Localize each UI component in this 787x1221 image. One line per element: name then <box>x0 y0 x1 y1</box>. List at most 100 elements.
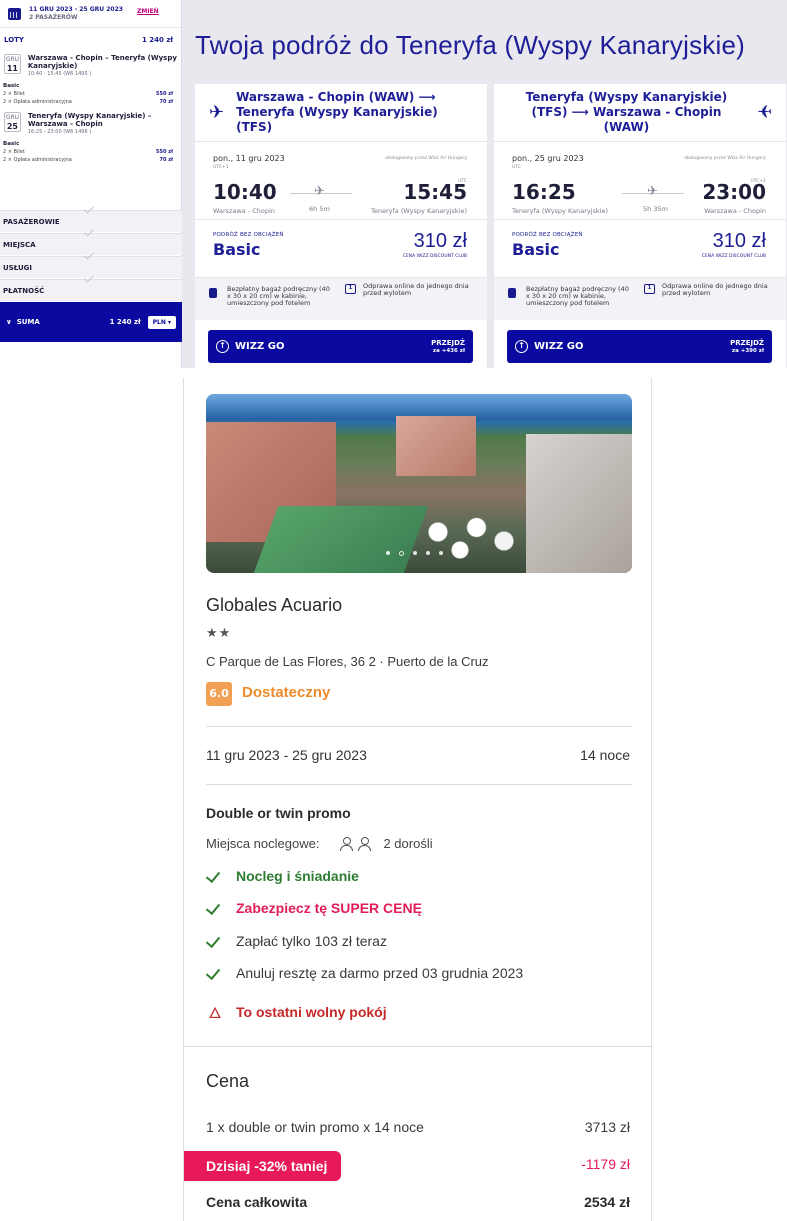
wizz-go-button[interactable]: ↑ WIZZ GO PRZEJDŹ za +390 zł <box>507 330 772 363</box>
fare-block[interactable]: PODRÓŻ BEZ OBCIĄŻEŃ Basic 310 zł CENA WI… <box>195 220 487 278</box>
operator: obsługiwany przez Wizz Air Hungary <box>385 156 467 161</box>
flight-card-return: Teneryfa (Wyspy Kanaryjskie) (TFS) ⟶ War… <box>494 84 786 368</box>
currency-select[interactable]: PLN ▾ <box>147 315 176 329</box>
total-label: Cena całkowita <box>206 1194 308 1210</box>
wizz-go-button[interactable]: ↑ WIZZ GO PRZEJDŹ za +436 zł <box>208 330 473 363</box>
flight-time: 10:40 - 15:45 (W6 1495 ) <box>27 71 92 77</box>
hotel-card: Globales Acuario ★★ C Parque de Las Flor… <box>183 378 653 1221</box>
summary-passengers: 2 PASAŻERÓW <box>29 13 78 21</box>
flight-card-outbound: ✈ Warszawa - Chopin (WAW) ⟶ Teneryfa (Wy… <box>195 84 487 368</box>
carousel-dots <box>386 550 443 556</box>
hotel-address: C Parque de Las Flores, 36 2 · Puerto de… <box>206 654 489 669</box>
flight-date-box: GRU 11 <box>4 54 21 74</box>
fare-price: 310 zł <box>413 230 467 252</box>
plane-icon: ✈ <box>314 184 325 199</box>
utc-dep: UTC+1 <box>213 165 229 170</box>
carousel-dot[interactable] <box>439 551 443 555</box>
booking-summary-sidebar: 11 GRU 2023 - 25 GRU 2023 2 PASAŻERÓW ZM… <box>0 0 182 368</box>
check-icon <box>206 966 224 980</box>
flight-duration: 5h 35m <box>643 205 668 213</box>
feature-super-price: Zabezpiecz tę SUPER CENĘ <box>206 900 422 916</box>
review-score-badge: 6.0 <box>206 682 232 706</box>
utc-dep: UTC <box>512 165 521 170</box>
card-route: Warszawa - Chopin (WAW) ⟶ Teneryfa (Wysp… <box>236 90 438 134</box>
summary-dates: 11 GRU 2023 - 25 GRU 2023 <box>29 5 123 13</box>
beds-row: Miejsca noclegowe: 2 dorośli <box>206 836 433 851</box>
stay-dates: 11 gru 2023 - 25 gru 2023 <box>206 747 367 763</box>
sum-label: SUMA <box>16 318 40 326</box>
ticket-line: 2 × Bilet 550 zł <box>3 91 173 97</box>
sum-total: 1 240 zł <box>109 318 141 326</box>
flights-total-row: LOTY 1 240 zł <box>0 28 181 52</box>
club-note: CENA WIZZ DISCOUNT CLUB <box>402 254 467 259</box>
card-route-header: Teneryfa (Wyspy Kanaryjskie) (TFS) ⟶ War… <box>494 84 786 142</box>
stay-nights: 14 noce <box>580 747 630 763</box>
plane-icon: ✈ <box>647 184 658 199</box>
operator: obsługiwany przez Wizz Air Hungary <box>684 156 766 161</box>
club-note: CENA WIZZ DISCOUNT CLUB <box>701 254 766 259</box>
flight-date-box: GRU 25 <box>4 112 21 132</box>
arrival-airport: Warszawa - Chopin <box>704 207 766 215</box>
carousel-dot[interactable] <box>413 551 417 555</box>
departure-airport: Teneryfa (Wyspy Kanaryjskie) <box>512 207 609 215</box>
fare-info: Bezpłatny bagaż podręczny (40 x 30 x 20 … <box>195 278 487 320</box>
hotel-photo-carousel[interactable] <box>206 394 632 573</box>
hotel-name[interactable]: Globales Acuario <box>206 595 342 616</box>
section-payment[interactable]: PŁATNOŚĆ <box>0 279 182 301</box>
price-title: Cena <box>206 1071 250 1091</box>
chevron-down-icon: ∨ <box>6 318 12 326</box>
summary-flight-outbound: GRU 11 Warszawa - Chopin – Teneryfa (Wys… <box>0 52 181 80</box>
carousel-dot-active[interactable] <box>399 550 404 556</box>
price-line-label: 1 x double or twin promo x 14 noce <box>206 1119 424 1135</box>
divider <box>184 1046 653 1047</box>
calendar-icon: 1 <box>345 284 356 294</box>
check-icon <box>206 869 224 883</box>
fee-line: 2 × Opłata administracyjna 70 zł <box>3 157 173 163</box>
star-rating: ★★ <box>206 626 232 641</box>
feature-last-room: 🜂 To ostatni wolny pokój <box>206 996 386 1027</box>
carousel-dot[interactable] <box>426 551 430 555</box>
arrival-airport: Teneryfa (Wyspy Kanaryjskie) <box>370 207 467 215</box>
discount-badge: Dzisiaj -32% taniej <box>184 1151 341 1181</box>
sum-bar[interactable]: ∨ SUMA 1 240 zł PLN ▾ <box>0 302 182 342</box>
fare-block[interactable]: PODRÓŻ BEZ OBCIĄŻEŃ Basic 310 zł CENA WI… <box>494 220 786 278</box>
card-times: pon., 25 gru 2023 obsługiwany przez Wizz… <box>494 142 786 220</box>
beds-value: 2 dorośli <box>383 836 433 851</box>
page-title: Twoja podróż do Teneryfa (Wyspy Kanaryjs… <box>195 30 745 60</box>
card-route-header: ✈ Warszawa - Chopin (WAW) ⟶ Teneryfa (Wy… <box>195 84 487 142</box>
change-link[interactable]: ZMIEŃ <box>137 8 159 15</box>
fare-info: Bezpłatny bagaż podręczny (40 x 30 x 20 … <box>494 278 786 320</box>
calendar-icon: 1 <box>644 284 655 294</box>
wizz-booking-panel: 11 GRU 2023 - 25 GRU 2023 2 PASAŻERÓW ZM… <box>0 0 787 368</box>
person-icon <box>339 836 354 851</box>
feature-breakfast: Nocleg i śniadanie <box>206 868 359 884</box>
check-icon <box>206 901 224 915</box>
flights-total: 1 240 zł <box>141 36 173 44</box>
flight-duration: 6h 5m <box>309 205 330 213</box>
summary-flight-return: GRU 25 Teneryfa (Wyspy Kanaryjskie) – Wa… <box>0 110 181 138</box>
total-value: 2534 zł <box>584 1194 630 1210</box>
ticket-line: 2 × Bilet 550 zł <box>3 149 173 155</box>
person-icon <box>357 836 372 851</box>
bag-icon <box>209 288 217 298</box>
summary-header: 11 GRU 2023 - 25 GRU 2023 2 PASAŻERÓW ZM… <box>0 0 181 28</box>
divider <box>206 726 632 727</box>
check-icon <box>206 934 224 948</box>
divider <box>206 784 632 785</box>
fare-basic: Basic <box>3 83 20 89</box>
flight-route: Teneryfa (Wyspy Kanaryjskie) – Warszawa … <box>27 112 152 128</box>
arrow-up-circle-icon: ↑ <box>515 340 528 353</box>
card-route: Teneryfa (Wyspy Kanaryjskie) (TFS) ⟶ War… <box>525 90 728 134</box>
plane-icon: ✈ <box>756 102 772 123</box>
discount-value: -1179 zł <box>581 1156 630 1172</box>
bag-icon <box>508 288 516 298</box>
bag-info: Bezpłatny bagaż podręczny (40 x 30 x 20 … <box>227 285 330 307</box>
bag-info: Bezpłatny bagaż podręczny (40 x 30 x 20 … <box>526 285 629 307</box>
price-line-value: 3713 zł <box>584 1119 630 1135</box>
feature-pay-now: Zapłać tylko 103 zł teraz <box>206 933 387 949</box>
review-score-label: Dostateczny <box>242 684 331 701</box>
plane-icon: ✈ <box>209 102 225 123</box>
carousel-dot[interactable] <box>386 551 390 555</box>
room-type: Double or twin promo <box>206 805 351 821</box>
departure-airport: Warszawa - Chopin <box>213 207 275 215</box>
